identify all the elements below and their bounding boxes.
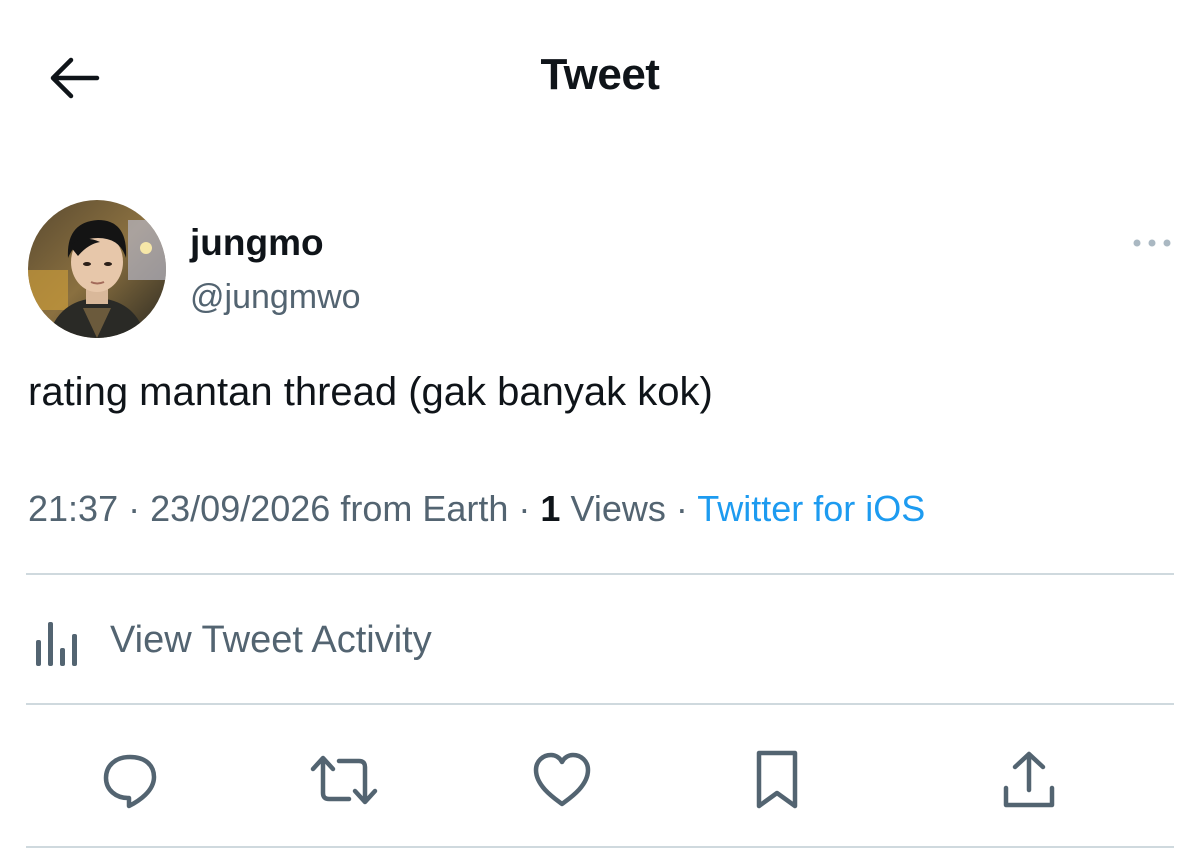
retweet-icon (310, 755, 378, 805)
separator: · (128, 488, 141, 529)
more-options-button[interactable] (1122, 228, 1182, 258)
bookmark-button[interactable] (739, 742, 815, 818)
heart-icon (533, 752, 591, 807)
author-handle[interactable]: @jungmwo (190, 278, 361, 317)
share-button[interactable] (991, 742, 1067, 818)
page-title: Tweet (540, 50, 660, 99)
views-count: 1 (540, 488, 561, 529)
tweet-time[interactable]: 21:37 (28, 488, 118, 529)
like-button[interactable] (524, 742, 600, 818)
retweet-button[interactable] (306, 742, 382, 818)
more-horizontal-icon (1133, 239, 1171, 247)
divider (26, 846, 1174, 848)
divider (26, 703, 1174, 705)
separator: · (518, 488, 531, 529)
view-tweet-activity-button[interactable]: View Tweet Activity (26, 600, 432, 680)
tweet-date[interactable]: 23/09/2026 (150, 488, 330, 529)
separator: · (675, 488, 688, 529)
tweet-actions-bar (0, 742, 1200, 818)
top-bar: Tweet (0, 0, 1200, 150)
tweet-metadata: 21:37 · 23/09/2026 from Earth · 1 Views … (28, 488, 925, 530)
tweet-source-link[interactable]: Twitter for iOS (697, 488, 925, 529)
bookmark-icon (756, 750, 798, 809)
views-label: Views (570, 488, 666, 529)
reply-button[interactable] (92, 742, 168, 818)
view-tweet-activity-label: View Tweet Activity (110, 618, 432, 661)
bar-chart-icon (36, 622, 77, 666)
reply-icon (103, 754, 157, 809)
tweet-location: from Earth (340, 488, 509, 529)
tweet-text: rating mantan thread (gak banyak kok) (28, 370, 713, 414)
avatar[interactable] (28, 200, 166, 338)
author-display-name[interactable]: jungmo (190, 222, 324, 264)
divider (26, 573, 1174, 575)
profile-photo (28, 200, 166, 338)
share-icon (1003, 751, 1055, 808)
